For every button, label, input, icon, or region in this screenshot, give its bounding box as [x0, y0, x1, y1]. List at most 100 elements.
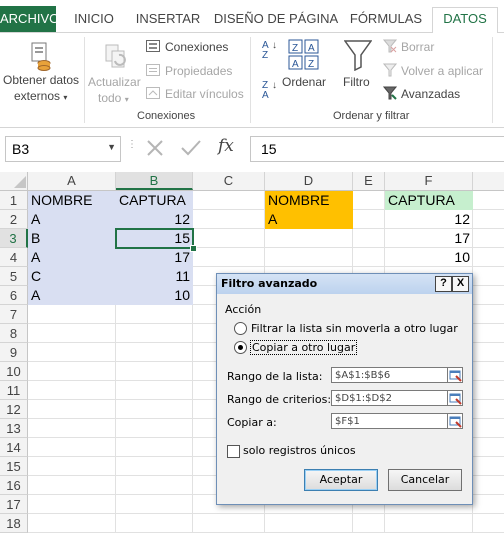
editar-vinculos-button[interactable]: Editar vínculos: [165, 87, 244, 101]
cell-a4[interactable]: A: [28, 248, 116, 267]
spacer: [0, 164, 504, 172]
cell-f1[interactable]: CAPTURA: [385, 191, 473, 210]
radio-copy-to-location[interactable]: [234, 341, 247, 354]
column-header-d[interactable]: D: [265, 172, 353, 190]
cell-d1[interactable]: NOMBRE: [265, 191, 353, 210]
arrow-down-icon: ↓: [272, 80, 277, 91]
cancel-x-icon[interactable]: [145, 138, 165, 158]
row-header[interactable]: 16: [0, 476, 28, 495]
cell-a5[interactable]: C: [28, 267, 116, 286]
advanced-filter-dialog: Filtro avanzado ? X Acción Filtrar la li…: [216, 273, 473, 505]
copiar-a-input[interactable]: $F$1: [331, 413, 448, 429]
close-button[interactable]: X: [452, 276, 469, 292]
radio-copy-to-location-label[interactable]: Copiar a otro lugar: [250, 340, 358, 355]
select-all-corner[interactable]: [0, 172, 28, 190]
unique-records-checkbox[interactable]: [227, 445, 240, 458]
cell-b4[interactable]: 17: [116, 248, 193, 267]
actualizar-todo-button[interactable]: Actualizar: [88, 75, 141, 89]
tab-insertar[interactable]: INSERTAR: [132, 8, 204, 32]
conexiones-button[interactable]: Conexiones: [165, 40, 228, 54]
column-header-c[interactable]: C: [193, 172, 265, 190]
reapply-filter-icon: [382, 63, 398, 77]
row-header[interactable]: 7: [0, 305, 28, 324]
name-box[interactable]: B3 ▼: [5, 136, 121, 162]
row-header[interactable]: 2: [0, 210, 28, 229]
tab-diseno-pagina[interactable]: DISEÑO DE PÁGINA: [212, 8, 340, 32]
cell-b5[interactable]: 11: [116, 267, 193, 286]
rango-criterios-input[interactable]: $D$1:$D$2: [331, 390, 448, 406]
insert-function-icon[interactable]: fx: [218, 136, 240, 160]
filter-funnel-icon: [343, 39, 373, 72]
row-header[interactable]: 1: [0, 191, 28, 210]
cell-f4[interactable]: 10: [385, 248, 473, 267]
row-header[interactable]: 10: [0, 362, 28, 381]
row-header[interactable]: 11: [0, 381, 28, 400]
tab-datos[interactable]: DATOS: [432, 7, 498, 34]
avanzadas-button[interactable]: Avanzadas: [401, 87, 460, 101]
collapse-dialog-icon[interactable]: [447, 367, 463, 383]
column-header-g[interactable]: [473, 172, 504, 190]
row-header[interactable]: 12: [0, 400, 28, 419]
cell-a1[interactable]: NOMBRE: [28, 191, 116, 210]
properties-icon: [146, 64, 160, 76]
dialog-title-bar[interactable]: Filtro avanzado ? X: [217, 274, 472, 294]
row-header[interactable]: 6: [0, 286, 28, 305]
collapse-dialog-icon[interactable]: [447, 413, 463, 429]
volver-aplicar-button[interactable]: Volver a aplicar: [401, 64, 483, 78]
column-headers: A B C D E F: [0, 172, 504, 191]
column-header-f[interactable]: F: [385, 172, 473, 190]
row-header[interactable]: 4: [0, 248, 28, 267]
cell-a2[interactable]: A: [28, 210, 116, 229]
row-header[interactable]: 5: [0, 267, 28, 286]
tab-formulas[interactable]: FÓRMULAS: [346, 8, 426, 32]
filtro-button[interactable]: Filtro: [343, 75, 370, 89]
cell-b6[interactable]: 10: [116, 286, 193, 305]
radio-filter-in-place-label[interactable]: Filtrar la lista sin moverla a otro luga…: [251, 322, 458, 335]
rango-lista-input[interactable]: $A$1:$B$6: [331, 367, 448, 383]
row-header[interactable]: 13: [0, 419, 28, 438]
column-header-b[interactable]: B: [116, 172, 193, 190]
tab-inicio[interactable]: INICIO: [66, 8, 122, 32]
radio-filter-in-place[interactable]: [234, 322, 247, 335]
sort-az-bottom-letter: Z: [262, 50, 269, 61]
formula-bar: B3 ▼ ⋮ fx 15: [0, 134, 504, 164]
cell-a6[interactable]: A: [28, 286, 116, 305]
borrar-button[interactable]: Borrar: [401, 40, 434, 54]
row-header[interactable]: 9: [0, 343, 28, 362]
ordenar-button[interactable]: Ordenar: [282, 75, 326, 89]
confirm-check-icon[interactable]: [180, 138, 202, 158]
ribbon-datos: Obtener datos externos ▾ Actualizar todo…: [0, 33, 504, 128]
column-header-a[interactable]: A: [28, 172, 116, 190]
formula-input[interactable]: 15: [250, 136, 504, 162]
row-header[interactable]: 14: [0, 438, 28, 457]
column-header-e[interactable]: E: [353, 172, 385, 190]
help-button[interactable]: ?: [435, 276, 452, 292]
propiedades-button[interactable]: Propiedades: [165, 64, 232, 78]
edit-links-icon: [146, 87, 160, 99]
collapse-dialog-icon[interactable]: [447, 390, 463, 406]
cell-b1[interactable]: CAPTURA: [116, 191, 193, 210]
cell-b2[interactable]: 12: [116, 210, 193, 229]
cell-d2[interactable]: A: [265, 210, 353, 229]
cell-a3[interactable]: B: [28, 229, 116, 248]
tab-archivo[interactable]: ARCHIVO: [0, 6, 59, 32]
row-header[interactable]: 3: [0, 229, 28, 248]
rango-lista-label: Rango de la lista:: [227, 370, 323, 383]
sort-za-bottom-letter: A: [262, 90, 269, 101]
row-header[interactable]: 17: [0, 495, 28, 514]
row-header[interactable]: 8: [0, 324, 28, 343]
sort-za-icon[interactable]: Z A ↓: [262, 81, 278, 103]
sort-az-icon[interactable]: A Z ↓: [262, 41, 278, 63]
cell-f3[interactable]: 17: [385, 229, 473, 248]
unique-records-label[interactable]: solo registros únicos: [243, 444, 356, 457]
cell-f2[interactable]: 12: [385, 210, 473, 229]
row-header[interactable]: 15: [0, 457, 28, 476]
database-icon: [26, 41, 52, 71]
obtener-datos-button[interactable]: Obtener datos: [3, 73, 79, 87]
rango-criterios-label: Rango de criterios:: [227, 393, 332, 406]
cancelar-button[interactable]: Cancelar: [388, 469, 462, 491]
chevron-down-icon[interactable]: ▼: [107, 142, 116, 152]
fill-handle[interactable]: [190, 245, 197, 252]
row-header[interactable]: 18: [0, 514, 28, 533]
aceptar-button[interactable]: Aceptar: [304, 469, 378, 491]
